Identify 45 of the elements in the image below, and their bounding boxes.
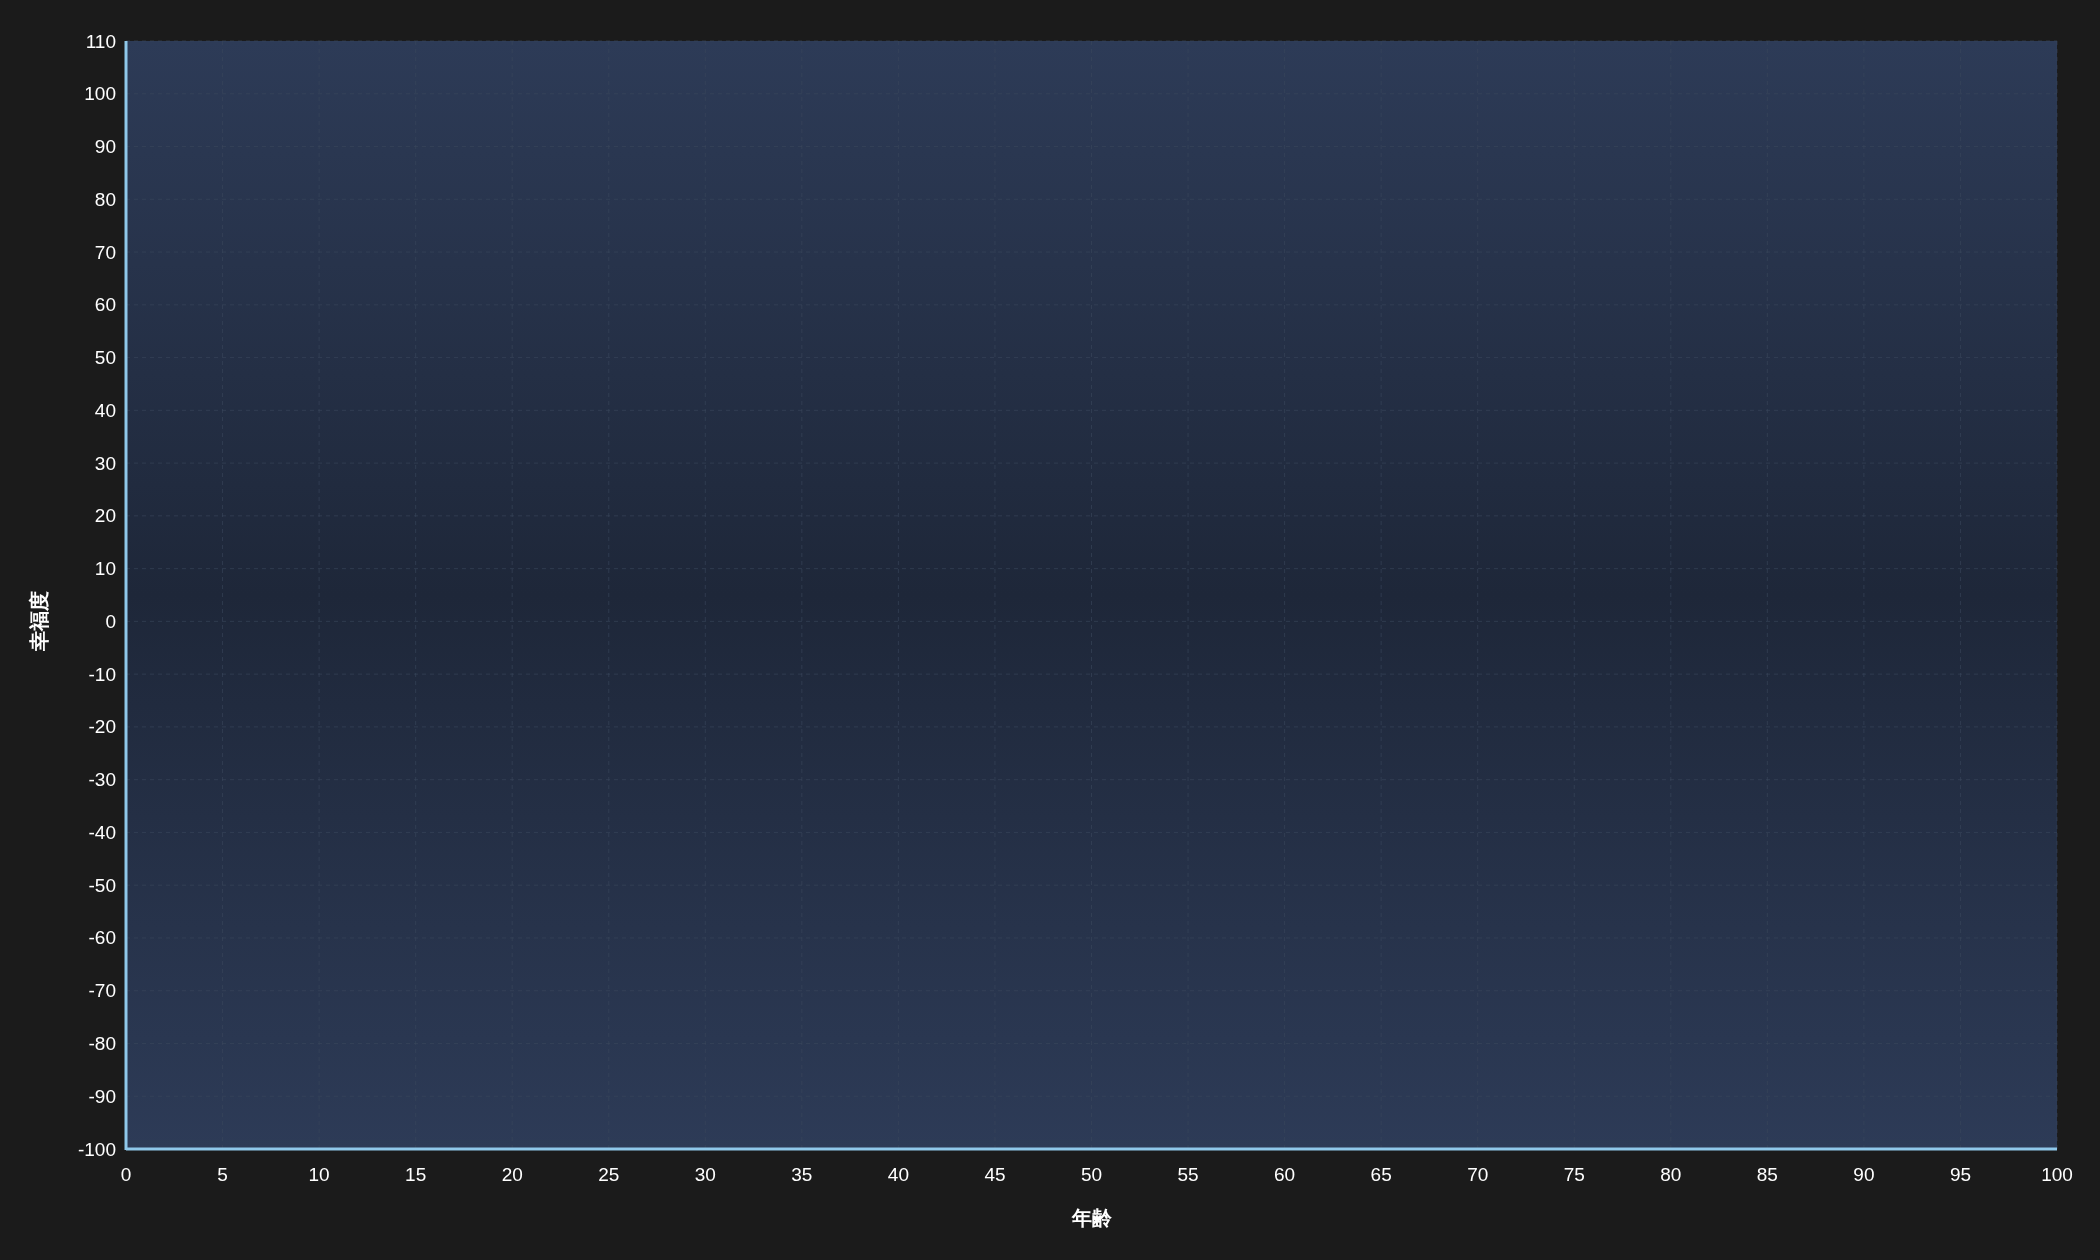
axis-tick-label: 0 [105, 610, 116, 632]
axis-tick-label: -40 [88, 821, 116, 843]
axis-tick-label: 45 [984, 1164, 1006, 1185]
axis-tick-label: 60 [1274, 1164, 1296, 1185]
axis-tick-label: -50 [88, 874, 116, 896]
axis-tick-label: 20 [501, 1164, 523, 1185]
y-axis-title: 幸福度 [27, 591, 51, 652]
axis-tick-label: 35 [791, 1164, 813, 1185]
axis-tick-label: 70 [1467, 1164, 1489, 1185]
axis-tick-label: -30 [88, 769, 116, 791]
axis-tick-label: 50 [1080, 1164, 1103, 1185]
axis-tick-label: -70 [88, 980, 116, 1002]
axis-tick-label: 40 [94, 399, 116, 421]
axis-tick-label: 55 [1177, 1164, 1199, 1185]
axis-tick-label: 40 [887, 1164, 909, 1185]
axis-tick-label: -100 [77, 1138, 116, 1160]
axis-tick-label: 60 [94, 294, 116, 316]
axis-tick-label: 10 [94, 558, 116, 580]
axis-tick-label: 85 [1756, 1164, 1778, 1185]
axis-tick-label: 80 [94, 188, 116, 210]
axis-tick-label: 30 [694, 1164, 716, 1185]
axis-tick-label: 10 [308, 1164, 330, 1185]
axis-tick-label: 90 [94, 136, 116, 157]
axis-tick-label: 110 [85, 30, 116, 52]
axis-tick-label: 95 [1949, 1164, 1971, 1185]
axis-tick-label: 80 [1660, 1164, 1682, 1185]
axis-tick-label: 0 [120, 1164, 132, 1185]
axis-tick-label: 25 [598, 1164, 620, 1185]
axis-tick-label: 50 [94, 347, 116, 369]
x-axis-title: 年齢 [1071, 1206, 1112, 1230]
axis-tick-label: -90 [88, 1085, 116, 1107]
axis-tick-label: 5 [217, 1164, 228, 1185]
axis-tick-label: 70 [94, 241, 116, 263]
axis-tick-label: -80 [88, 1033, 116, 1054]
axis-tick-label: 65 [1370, 1164, 1392, 1185]
axis-tick-label: 100 [84, 83, 116, 105]
axis-tick-label: 100 [2041, 1164, 2073, 1185]
axis-tick-label: 30 [94, 452, 116, 474]
axis-tick-label: 20 [94, 505, 116, 527]
axis-tick-label: -10 [88, 663, 116, 685]
axis-tick-label: -20 [88, 716, 116, 738]
axis-tick-label: -60 [88, 927, 116, 949]
axis-tick-label: 90 [1853, 1164, 1875, 1185]
axis-tick-label: 15 [405, 1164, 427, 1185]
axis-tick-label: 75 [1563, 1164, 1585, 1185]
